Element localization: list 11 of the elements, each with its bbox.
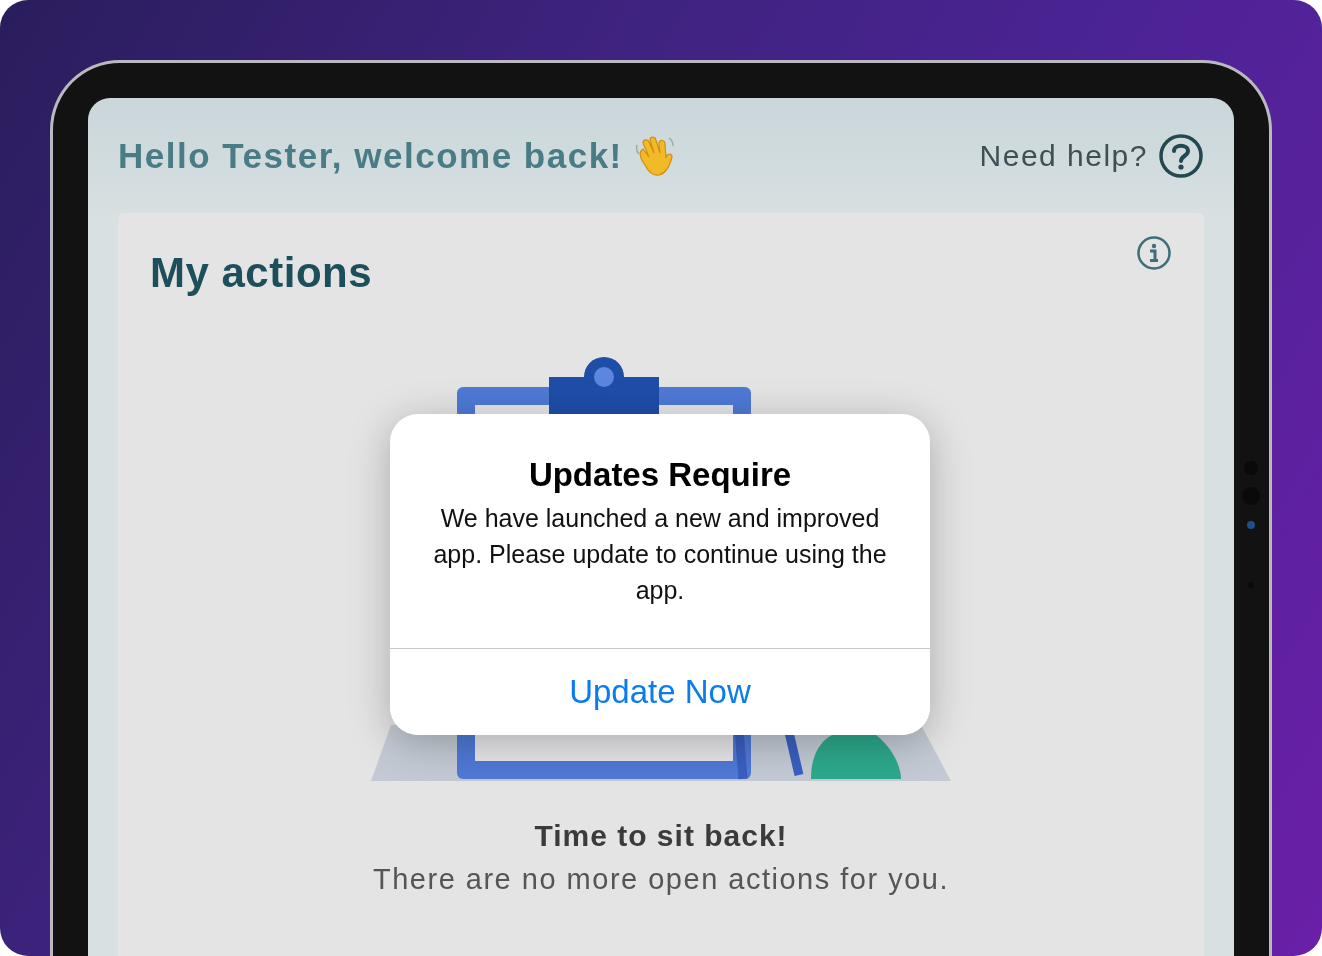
help-link[interactable]: Need help? bbox=[979, 138, 1148, 173]
empty-state-message: There are no more open actions for you. bbox=[372, 863, 950, 896]
dialog-message: We have launched a new and improved app. Please update to continue using the app. bbox=[432, 503, 888, 606]
info-icon[interactable] bbox=[1136, 235, 1172, 271]
waving-hand-icon bbox=[634, 134, 675, 177]
empty-state-title: Time to sit back! bbox=[533, 819, 789, 853]
card-title: My actions bbox=[150, 248, 373, 298]
dialog-title: Updates Require bbox=[527, 456, 793, 494]
greeting-text: Hello Tester, welcome back! bbox=[118, 135, 623, 176]
update-now-button[interactable]: Update Now bbox=[390, 648, 930, 735]
help-icon[interactable] bbox=[1158, 132, 1204, 179]
